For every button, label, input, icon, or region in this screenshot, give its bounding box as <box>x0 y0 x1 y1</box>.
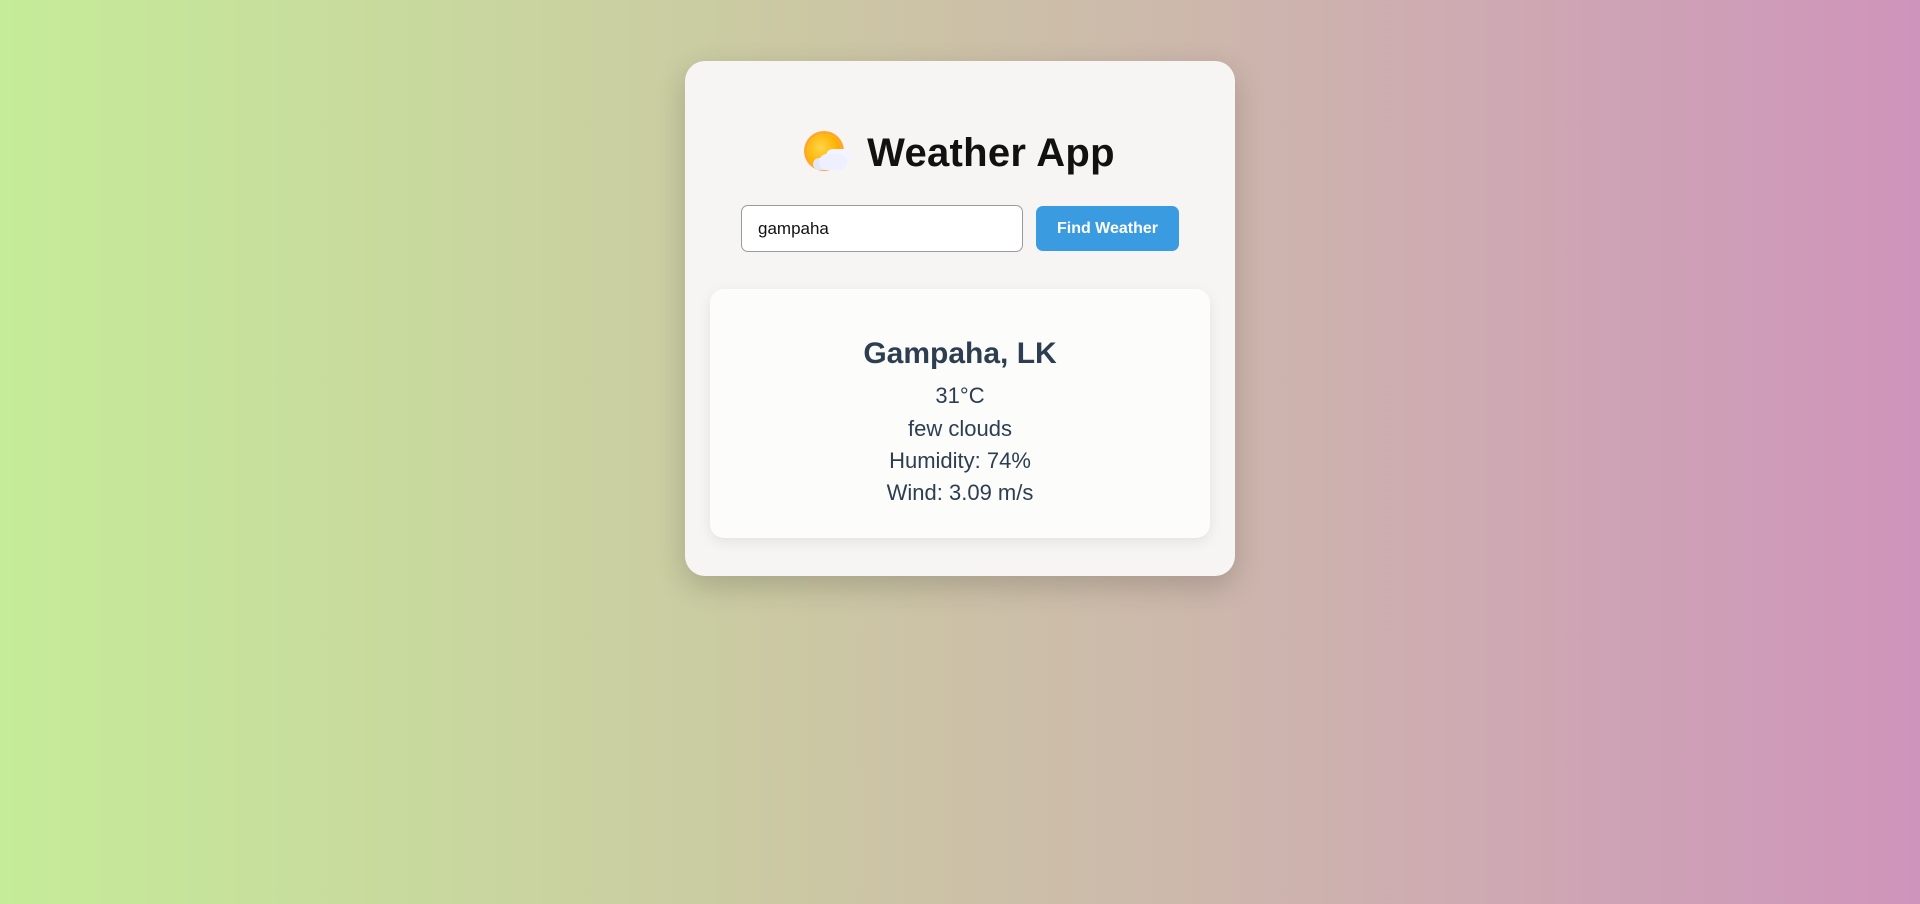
temperature-value: 31°C <box>935 383 985 408</box>
humidity-value: Humidity: 74% <box>889 448 1031 473</box>
page-title: Weather App <box>867 131 1115 175</box>
cloud-shape <box>819 153 848 170</box>
city-name: Gampaha, LK <box>863 337 1057 370</box>
city-search-input[interactable] <box>741 205 1023 252</box>
title-row: Weather App <box>685 131 1235 176</box>
weather-app-card: Weather App Find Weather Gampaha, LK 31°… <box>685 61 1235 576</box>
wind-value: Wind: 3.09 m/s <box>886 480 1034 505</box>
weather-description: few clouds <box>908 416 1012 441</box>
weather-result-card: Gampaha, LK 31°C few clouds Humidity: 74… <box>710 289 1210 538</box>
sun-behind-cloud-icon <box>805 132 849 176</box>
find-weather-button[interactable]: Find Weather <box>1036 206 1179 251</box>
